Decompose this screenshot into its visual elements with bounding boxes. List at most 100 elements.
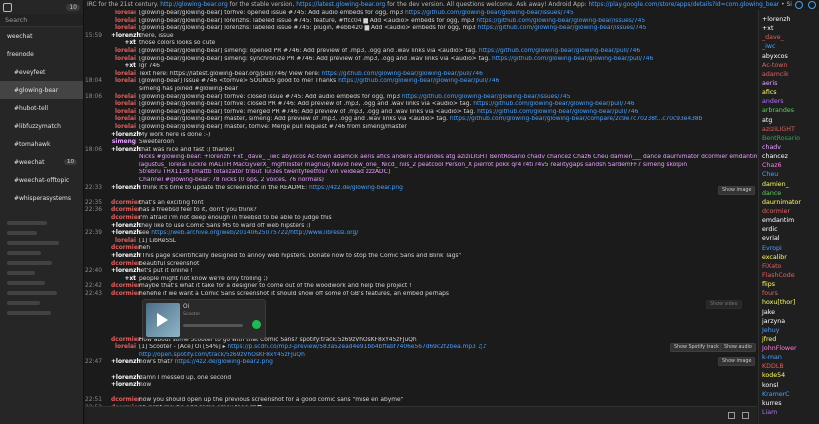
message-nick[interactable]: lorelai (111, 18, 139, 26)
sidebar-item-hubot-tell[interactable]: #hubot-tell (0, 99, 83, 117)
message-nick[interactable]: lorelai (111, 56, 139, 64)
message-nick[interactable]: +xt (111, 276, 139, 284)
nick-list-item[interactable]: chadv (762, 143, 819, 152)
message-nick[interactable]: dcormier (111, 397, 141, 405)
message-nick[interactable]: dcormier (111, 291, 141, 299)
disconnect-icon[interactable] (808, 1, 816, 9)
message-nick[interactable]: +lorenzh (111, 185, 141, 193)
nick-list-item[interactable]: fours (762, 289, 819, 298)
nick-list-item[interactable]: Jehuy (762, 326, 819, 335)
nick-list-item[interactable]: arbrandes (762, 106, 819, 115)
topic-link-android[interactable]: https://play.google.com/store/apps/detai… (588, 2, 779, 8)
nick-list-item[interactable]: damien_ (762, 180, 819, 189)
sidebar-item-weechat[interactable]: weechat (0, 27, 83, 45)
nick-list-item[interactable]: kurres (762, 399, 819, 408)
message-link[interactable]: https://github.com/glowing-bear/glowing-… (322, 71, 483, 77)
nick-list-item[interactable]: BentRosario (762, 134, 819, 143)
message-nick[interactable]: +lorenzh (111, 382, 141, 390)
buffer-search-input[interactable]: Search (0, 14, 83, 27)
message-nick[interactable] (111, 177, 139, 185)
message-nick[interactable]: lorelai (111, 116, 139, 124)
sidebar-item-tomahawk[interactable]: #tomahawk (0, 135, 83, 153)
nick-list-item[interactable]: daurnimator (762, 198, 819, 207)
message-link[interactable]: http://open.spotify.com/track/5z69zVhOsK… (139, 352, 305, 358)
message-nick[interactable]: lorelai (111, 238, 139, 246)
nick-list-item[interactable]: KramerC (762, 390, 819, 399)
nick-list-item[interactable]: kode54 (762, 371, 819, 380)
message-nick[interactable]: lorelai (111, 10, 139, 18)
message-link[interactable]: https://github.com/glowing-bear/glowing-… (402, 94, 571, 100)
nick-list-item[interactable]: jfred (762, 335, 819, 344)
message-nick[interactable]: lorelai (111, 344, 139, 352)
sidebar-item-weechat[interactable]: #weechat 10 (0, 153, 83, 171)
nick-list-item[interactable]: atg (762, 116, 819, 125)
message-link[interactable]: https://4z2.de/glowing-bear.png (309, 185, 403, 191)
message-nick[interactable]: lorelai (111, 101, 139, 109)
message-nick[interactable]: dcormier (111, 261, 141, 269)
menu-icon[interactable] (3, 2, 12, 12)
nick-list-item[interactable]: Evropi (762, 244, 819, 253)
nick-list-item[interactable]: Cheu (762, 170, 819, 179)
message-nick[interactable]: +lorenzh (111, 253, 141, 261)
show-spotify-button[interactable]: Show Spotify track (670, 343, 723, 352)
message-nick[interactable] (111, 169, 139, 177)
message-link[interactable]: https://github.com/glowing-bear/glowing-… (478, 25, 647, 31)
nick-list-item[interactable]: evrial (762, 234, 819, 243)
message-nick[interactable] (111, 352, 139, 360)
nick-list-item[interactable]: Ac-town (762, 61, 819, 70)
show-video-button[interactable]: Show video (706, 300, 742, 309)
message-nick[interactable]: dcormier (111, 337, 141, 345)
message-nick[interactable]: dcormier (111, 283, 141, 291)
show-audio-button[interactable]: Show audio (720, 343, 756, 352)
message-link[interactable]: https://github.com/glowing-bear/glowing-… (405, 10, 574, 16)
topic-link-latest[interactable]: https://latest.glowing-bear.org (296, 2, 385, 8)
nick-list-item[interactable]: JohnFlower (762, 344, 819, 353)
nick-list-item[interactable]: hoxu[thor] (762, 298, 819, 307)
message-link[interactable]: https://github.com/glowing-bear/glowing-… (450, 116, 703, 122)
nick-list-item[interactable]: excalibr (762, 253, 819, 262)
nick-list-item[interactable]: afics (762, 88, 819, 97)
message-nick[interactable]: lorelai (111, 109, 139, 117)
nick-list-item[interactable]: Chaz6 (762, 161, 819, 170)
message-nick[interactable]: lorelai (111, 25, 139, 33)
message-nick[interactable]: lorelai (111, 71, 139, 79)
message-nick[interactable]: +xt (111, 63, 139, 71)
message-nick[interactable]: +lorenzh (111, 132, 141, 140)
sidebar-item-libfuzzymatch[interactable]: #libfuzzymatch (0, 117, 83, 135)
message-nick[interactable]: +lorenzh (111, 33, 141, 41)
show-image-button-2[interactable]: Show image (718, 357, 756, 366)
nick-list-item[interactable]: FlashCode (762, 271, 819, 280)
sidebar-item-glowing-bear[interactable]: #glowing-bear (0, 81, 83, 99)
message-nick[interactable] (111, 390, 139, 398)
nick-list-item[interactable]: KDDLB (762, 362, 819, 371)
nick-list-item[interactable]: _iwc (762, 42, 819, 51)
message-nick[interactable]: +lorenzh (111, 359, 141, 367)
message-nick[interactable]: +lorenzh (111, 223, 141, 231)
message-link[interactable]: https://p.scdn.co/mp3-preview/583a52ead4… (227, 344, 486, 350)
message-input[interactable] (85, 406, 757, 424)
settings-icon[interactable] (795, 1, 803, 9)
message-link[interactable]: https://github.com/glowing-bear/glowing-… (338, 78, 499, 84)
message-link[interactable]: https://github.com/glowing-bear/glowing-… (476, 18, 645, 24)
message-nick[interactable] (111, 154, 139, 162)
track-progress[interactable] (183, 324, 243, 327)
nick-list-item[interactable]: emdantim (762, 216, 819, 225)
nick-list-item[interactable]: adamcik (762, 70, 819, 79)
message-nick[interactable]: dcormier (111, 207, 141, 215)
nick-list-item[interactable]: Jake (762, 308, 819, 317)
send-icon[interactable] (742, 412, 749, 419)
nick-list-item[interactable]: _dave_ (762, 33, 819, 42)
message-nick[interactable]: +lorenzh (111, 375, 141, 383)
message-nick[interactable]: lorelai (111, 78, 139, 86)
message-nick[interactable]: +lorenzh (111, 268, 141, 276)
message-nick[interactable]: +lorenzh (111, 147, 141, 155)
nick-list-item[interactable]: FiXato (762, 262, 819, 271)
play-icon[interactable] (157, 313, 168, 327)
message-nick[interactable]: lorelai (111, 48, 139, 56)
upload-image-icon[interactable] (728, 412, 735, 419)
message-link[interactable]: https://github.com/glowing-bear/glowing-… (479, 48, 640, 54)
message-link[interactable]: https://4z2.de/glowing-bear2.png (175, 359, 273, 365)
nick-list-item[interactable]: dance (762, 189, 819, 198)
sidebar-item-freenode[interactable]: freenode (0, 45, 83, 63)
message-nick[interactable]: dcormier (111, 215, 141, 223)
